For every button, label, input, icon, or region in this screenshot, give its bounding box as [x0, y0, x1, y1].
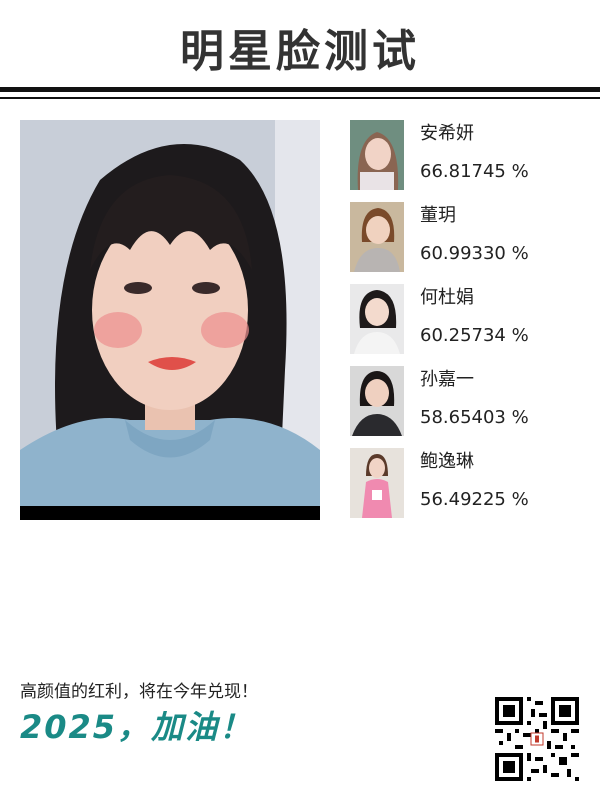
- match-thumbnail: [350, 284, 404, 354]
- match-name: 何杜娟: [420, 287, 474, 308]
- match-thumbnail: [350, 202, 404, 272]
- match-score: 58.65403 %: [420, 407, 529, 428]
- footer-message: 高颜值的红利，将在今年兑现！: [20, 682, 258, 702]
- match-thumbnail: [350, 120, 404, 190]
- list-item[interactable]: 孙嘉一 58.65403 %: [350, 366, 580, 436]
- match-score: 56.49225 %: [420, 489, 529, 510]
- match-name: 董玥: [420, 205, 456, 226]
- match-name: 鲍逸琳: [420, 451, 474, 472]
- match-name: 安希妍: [420, 123, 474, 144]
- match-thumbnail: [350, 448, 404, 518]
- main-portrait-image: [20, 120, 320, 520]
- page-title: 明星脸测试: [180, 26, 420, 77]
- footer-slogan: 2025，加油！: [20, 708, 254, 746]
- divider-thick: [0, 87, 600, 92]
- match-score: 66.81745 %: [420, 161, 529, 182]
- match-score: 60.99330 %: [420, 243, 529, 264]
- list-item[interactable]: 鲍逸琳 56.49225 %: [350, 448, 580, 518]
- divider-thin: [0, 97, 600, 99]
- list-item[interactable]: 董玥 60.99330 %: [350, 202, 580, 272]
- list-item[interactable]: 何杜娟 60.25734 %: [350, 284, 580, 354]
- match-score: 60.25734 %: [420, 325, 529, 346]
- list-item[interactable]: 安希妍 66.81745 %: [350, 120, 580, 190]
- match-thumbnail: [350, 366, 404, 436]
- qr-code-icon: [495, 697, 579, 781]
- match-name: 孙嘉一: [420, 369, 474, 390]
